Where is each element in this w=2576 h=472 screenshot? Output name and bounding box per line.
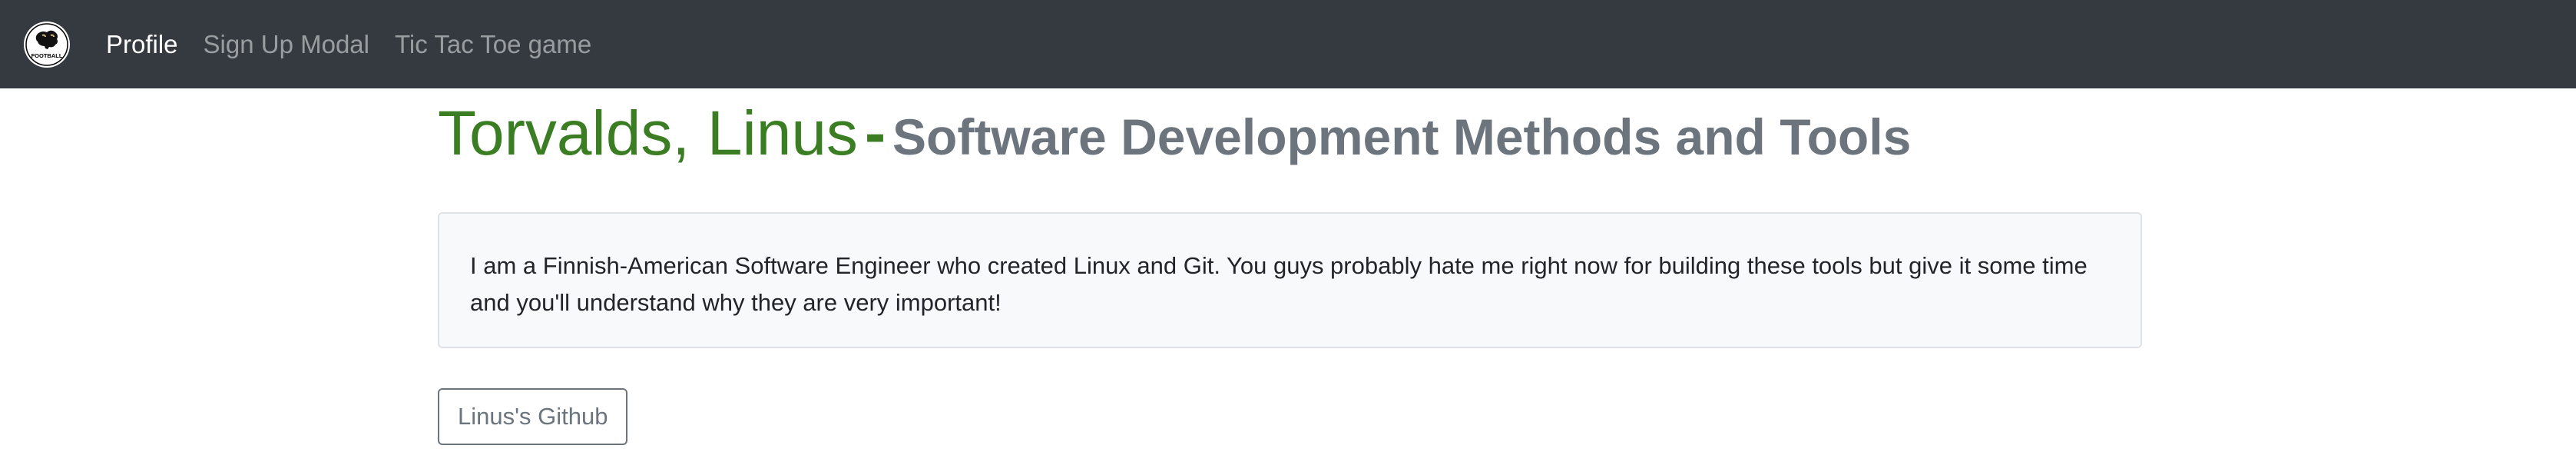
nav-links: Profile Sign Up Modal Tic Tac Toe game — [106, 30, 617, 59]
bio-text: I am a Finnish-American Software Enginee… — [470, 252, 2088, 316]
brand-logo[interactable]: FOOTBALL — [24, 21, 70, 68]
profile-name: Torvalds, Linus — [438, 98, 858, 168]
page-title: Torvalds, Linus - Software Development M… — [438, 88, 2144, 171]
logo-text: FOOTBALL — [31, 52, 63, 59]
bio-card: I am a Finnish-American Software Enginee… — [438, 212, 2142, 348]
github-button[interactable]: Linus's Github — [438, 388, 628, 445]
buffalo-football-logo-icon: FOOTBALL — [25, 22, 68, 66]
course-title: Software Development Methods and Tools — [892, 108, 1912, 165]
top-navbar: FOOTBALL Profile Sign Up Modal Tic Tac T… — [0, 0, 2576, 88]
title-separator: - — [864, 98, 886, 168]
profile-container: Torvalds, Linus - Software Development M… — [438, 88, 2144, 445]
nav-link-profile[interactable]: Profile — [106, 30, 178, 59]
nav-link-sign-up-modal[interactable]: Sign Up Modal — [204, 30, 369, 59]
nav-link-tic-tac-toe[interactable]: Tic Tac Toe game — [395, 30, 591, 59]
